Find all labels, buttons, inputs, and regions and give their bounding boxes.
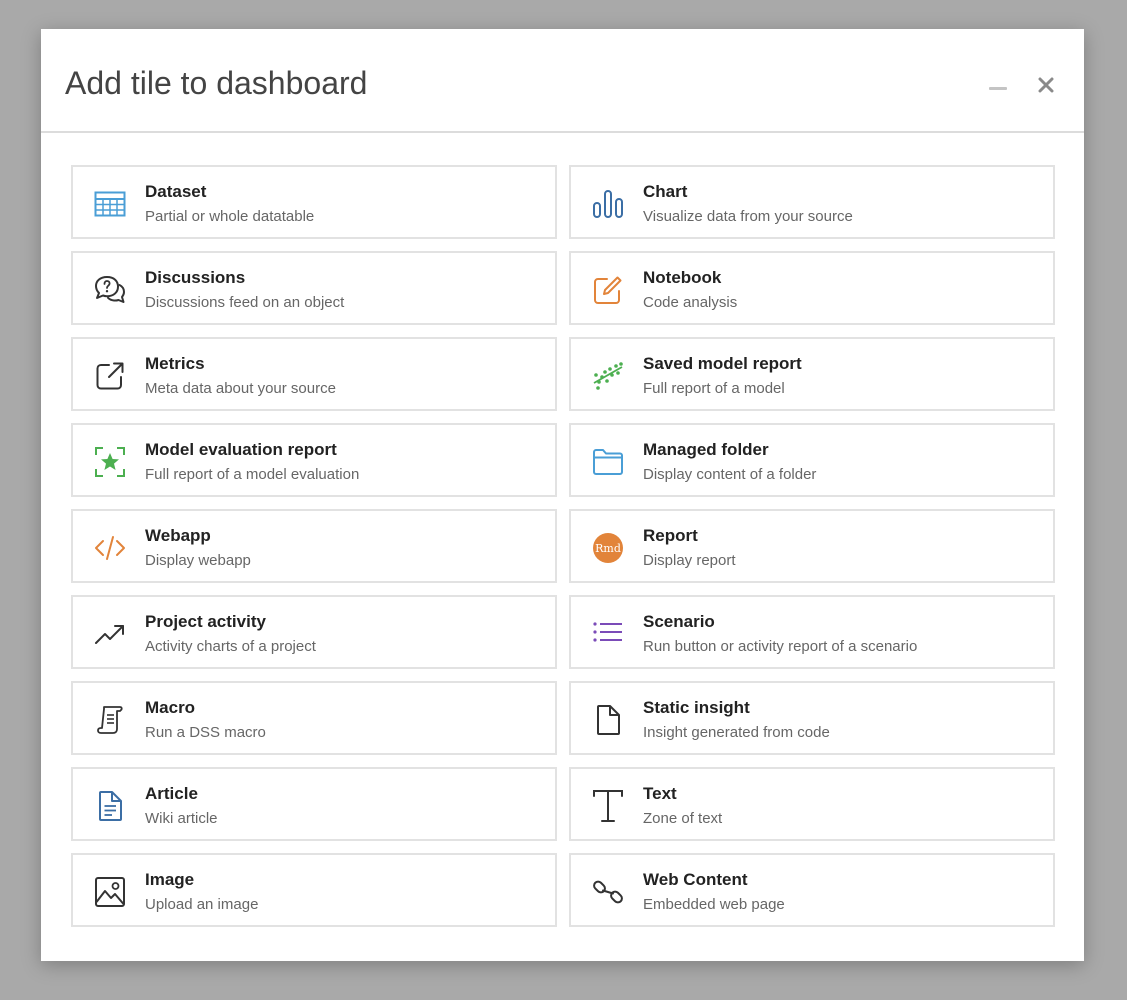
tile-saved-model-report[interactable]: Saved model report Full report of a mode… xyxy=(569,337,1055,411)
tile-title: Scenario xyxy=(643,612,715,631)
tile-title: Discussions xyxy=(145,268,246,287)
text-icon xyxy=(591,789,625,823)
tile-description: Upload an image xyxy=(145,896,259,913)
tile-title: Article xyxy=(145,784,198,803)
tile-description: Display report xyxy=(643,552,736,569)
tile-discussions[interactable]: Discussions Discussions feed on an objec… xyxy=(71,251,557,325)
tile-title: Text xyxy=(643,784,677,803)
table-icon xyxy=(93,187,127,221)
tile-title: Macro xyxy=(145,698,196,717)
minimize-icon xyxy=(989,78,1007,96)
rmd-badge: Rmd xyxy=(593,533,623,563)
tile-static-insight[interactable]: Static insight Insight generated from co… xyxy=(569,681,1055,755)
add-tile-modal: Add tile to dashboard Dataset Partial or… xyxy=(41,29,1084,961)
external-link-icon xyxy=(93,359,127,393)
close-button[interactable] xyxy=(1032,73,1060,101)
bar-chart-icon xyxy=(591,187,625,221)
tile-title: Saved model report xyxy=(643,354,802,373)
trending-up-icon xyxy=(93,617,127,651)
tile-grid: Dataset Partial or whole datatable Chart… xyxy=(71,165,1055,927)
tile-description: Display webapp xyxy=(145,552,251,569)
tile-description: Insight generated from code xyxy=(643,724,830,741)
link-icon xyxy=(591,875,625,909)
discussion-bubbles-icon xyxy=(93,273,127,307)
tile-chart[interactable]: Chart Visualize data from your source xyxy=(569,165,1055,239)
tile-managed-folder[interactable]: Managed folder Display content of a fold… xyxy=(569,423,1055,497)
code-icon xyxy=(93,531,127,565)
scatter-model-icon xyxy=(591,359,625,393)
tile-title: Model evaluation report xyxy=(145,440,337,459)
tile-description: Run button or activity report of a scena… xyxy=(643,638,918,655)
modal-header: Add tile to dashboard xyxy=(41,29,1084,133)
tile-scenario[interactable]: Scenario Run button or activity report o… xyxy=(569,595,1055,669)
tile-title: Dataset xyxy=(145,182,207,201)
tile-dataset[interactable]: Dataset Partial or whole datatable xyxy=(71,165,557,239)
document-icon xyxy=(93,789,127,823)
tile-title: Image xyxy=(145,870,195,889)
tile-description: Meta data about your source xyxy=(145,380,336,397)
image-icon xyxy=(93,875,127,909)
tile-title: Web Content xyxy=(643,870,748,889)
list-icon xyxy=(591,617,625,651)
tile-description: Wiki article xyxy=(145,810,218,827)
tile-description: Display content of a folder xyxy=(643,466,817,483)
tile-description: Full report of a model evaluation xyxy=(145,466,360,483)
tile-model-evaluation-report[interactable]: Model evaluation report Full report of a… xyxy=(71,423,557,497)
folder-icon xyxy=(591,445,625,479)
notebook-edit-icon xyxy=(591,273,625,307)
tile-description: Embedded web page xyxy=(643,896,785,913)
scroll-icon xyxy=(93,703,127,737)
tile-article[interactable]: Article Wiki article xyxy=(71,767,557,841)
star-frame-icon xyxy=(93,445,127,479)
tile-description: Code analysis xyxy=(643,294,738,311)
tile-description: Activity charts of a project xyxy=(145,638,316,655)
tile-report[interactable]: Rmd Report Display report xyxy=(569,509,1055,583)
tile-title: Project activity xyxy=(145,612,266,631)
modal-title: Add tile to dashboard xyxy=(65,65,368,101)
tile-title: Notebook xyxy=(643,268,722,287)
tile-title: Chart xyxy=(643,182,688,201)
tile-description: Discussions feed on an object xyxy=(145,294,345,311)
tile-metrics[interactable]: Metrics Meta data about your source xyxy=(71,337,557,411)
tile-webapp[interactable]: Webapp Display webapp xyxy=(71,509,557,583)
tile-title: Static insight xyxy=(643,698,750,717)
tile-notebook[interactable]: Notebook Code analysis xyxy=(569,251,1055,325)
tile-title: Webapp xyxy=(145,526,211,545)
tile-title: Report xyxy=(643,526,698,545)
tile-image[interactable]: Image Upload an image xyxy=(71,853,557,927)
minimize-button[interactable] xyxy=(984,73,1012,101)
tile-web-content[interactable]: Web Content Embedded web page xyxy=(569,853,1055,927)
tile-description: Full report of a model xyxy=(643,380,785,397)
tile-title: Metrics xyxy=(145,354,205,373)
file-icon xyxy=(591,703,625,737)
tile-macro[interactable]: Macro Run a DSS macro xyxy=(71,681,557,755)
tile-description: Zone of text xyxy=(643,810,723,827)
close-icon xyxy=(1038,77,1054,98)
tile-description: Run a DSS macro xyxy=(145,724,266,741)
rmd-report-icon: Rmd xyxy=(591,531,625,565)
tile-text[interactable]: Text Zone of text xyxy=(569,767,1055,841)
tile-project-activity[interactable]: Project activity Activity charts of a pr… xyxy=(71,595,557,669)
tile-description: Partial or whole datatable xyxy=(145,208,315,225)
tile-description: Visualize data from your source xyxy=(643,208,853,225)
tile-title: Managed folder xyxy=(643,440,769,459)
